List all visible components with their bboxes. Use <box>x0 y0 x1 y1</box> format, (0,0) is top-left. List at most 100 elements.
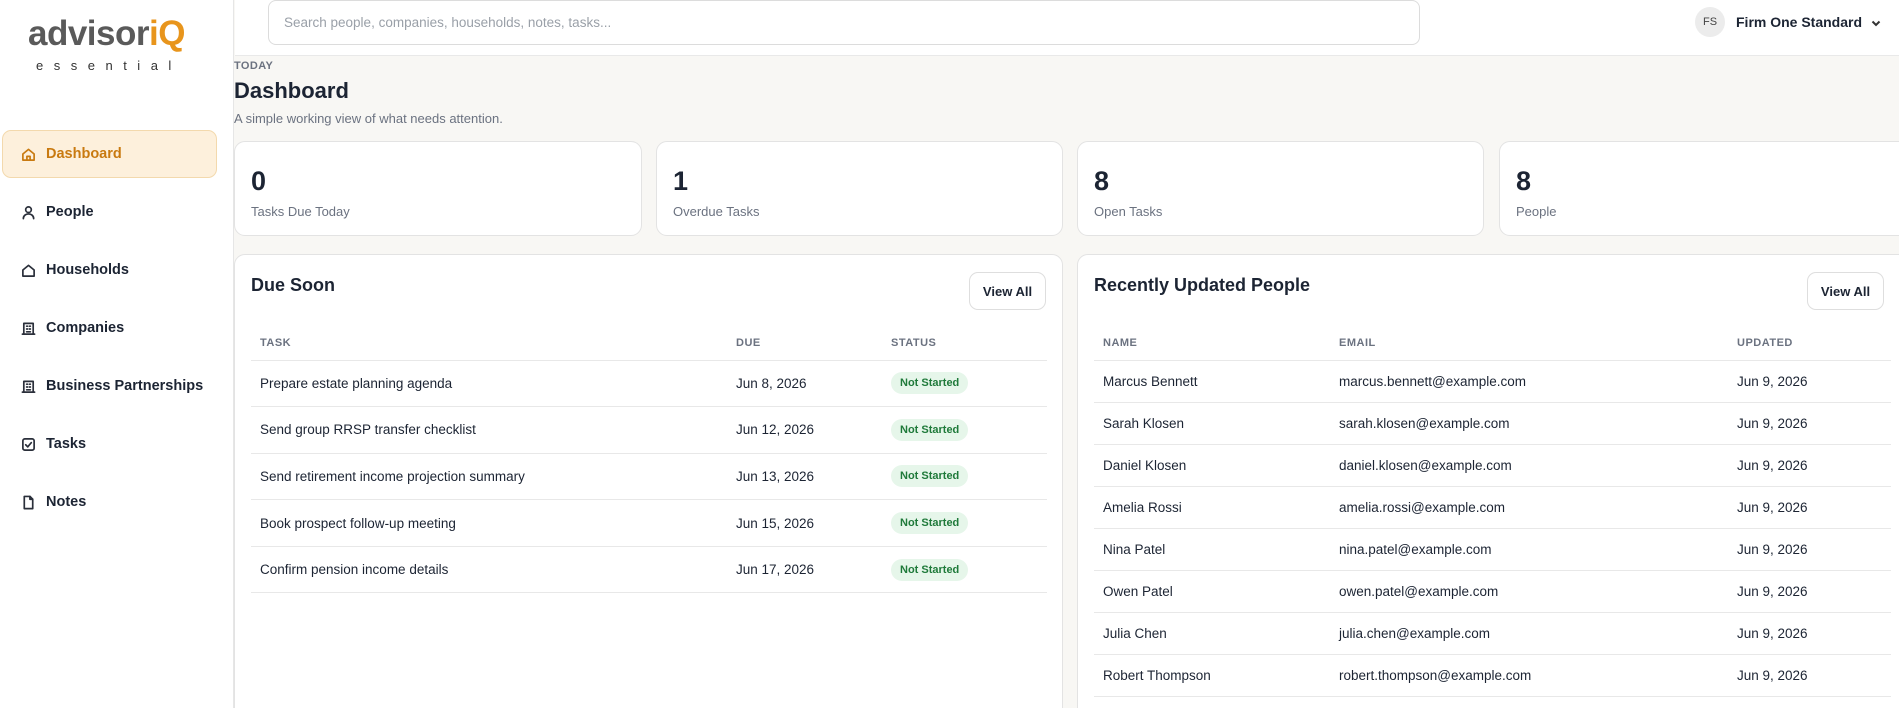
table-header-row: Name Email Updated <box>1094 327 1891 361</box>
stat-value: 1 <box>673 166 689 196</box>
sidebar-item-label: Business Partnerships <box>46 378 204 394</box>
sidebar-item-dashboard[interactable]: Dashboard <box>2 130 217 178</box>
stat-card-tasks-due-today[interactable]: 0 Tasks Due Today <box>234 141 642 236</box>
topbar: FS Firm One Standard <box>235 0 1899 56</box>
table-row[interactable]: Nina Patel nina.patel@example.com Jun 9,… <box>1094 528 1891 571</box>
task-due: Jun 8, 2026 <box>727 360 882 408</box>
building-icon <box>19 377 37 395</box>
person-email: nina.patel@example.com <box>1330 528 1728 571</box>
table-row[interactable]: Marcus Bennett marcus.bennett@example.co… <box>1094 360 1891 403</box>
person-name: Sarah Klosen <box>1094 402 1330 445</box>
person-name: Nina Patel <box>1094 528 1330 571</box>
stat-card-people[interactable]: 8 People <box>1499 141 1899 236</box>
person-updated: Jun 9, 2026 <box>1728 402 1891 445</box>
table-row[interactable]: Julia Chen julia.chen@example.com Jun 9,… <box>1094 612 1891 655</box>
column-header-status[interactable]: Status <box>882 327 1047 361</box>
recent-people-panel: Recently Updated People View All Name Em… <box>1077 254 1899 708</box>
person-email: sarah.klosen@example.com <box>1330 402 1728 445</box>
person-email: marcus.bennett@example.com <box>1330 360 1728 403</box>
sidebar-item-label: Notes <box>46 494 87 510</box>
person-email: owen.patel@example.com <box>1330 570 1728 613</box>
checkbox-icon <box>19 435 37 453</box>
stat-card-open-tasks[interactable]: 8 Open Tasks <box>1077 141 1484 236</box>
table-row[interactable]: Owen Patel owen.patel@example.com Jun 9,… <box>1094 570 1891 613</box>
building-icon <box>19 319 37 337</box>
view-all-people-button[interactable]: View All <box>1807 272 1884 310</box>
task-due: Jun 13, 2026 <box>727 453 882 501</box>
due-soon-table: Task Due Status Prepare estate planning … <box>251 327 1047 594</box>
stat-card-overdue-tasks[interactable]: 1 Overdue Tasks <box>656 141 1063 236</box>
table-row[interactable]: Prepare estate planning agenda Jun 8, 20… <box>251 360 1047 408</box>
home-icon <box>19 145 37 163</box>
stat-label: Tasks Due Today <box>251 204 350 219</box>
status-badge: Not Started <box>891 512 969 535</box>
sidebar: advisoriQ essential Dashboard People Hou… <box>0 0 234 708</box>
person-icon <box>19 203 37 221</box>
view-all-tasks-button[interactable]: View All <box>969 272 1046 310</box>
person-name: Robert Thompson <box>1094 654 1330 697</box>
sidebar-item-label: Dashboard <box>46 146 122 162</box>
search-input[interactable] <box>268 0 1420 45</box>
task-due: Jun 12, 2026 <box>727 406 882 454</box>
stat-label: Open Tasks <box>1094 204 1163 219</box>
person-updated: Jun 9, 2026 <box>1728 612 1891 655</box>
sidebar-item-households[interactable]: Households <box>2 246 217 294</box>
task-due: Jun 17, 2026 <box>727 546 882 594</box>
column-header-email[interactable]: Email <box>1330 327 1728 361</box>
recent-people-table: Name Email Updated Marcus Bennett marcus… <box>1094 327 1891 697</box>
logo-tagline: essential <box>36 58 182 73</box>
sidebar-item-label: People <box>46 204 94 220</box>
person-name: Julia Chen <box>1094 612 1330 655</box>
table-row[interactable]: Book prospect follow-up meeting Jun 15, … <box>251 499 1047 547</box>
house-icon <box>19 261 37 279</box>
brand-logo[interactable]: advisoriQ essential <box>28 14 188 84</box>
person-updated: Jun 9, 2026 <box>1728 528 1891 571</box>
task-name: Send retirement income projection summar… <box>251 453 727 501</box>
person-email: daniel.klosen@example.com <box>1330 444 1728 487</box>
stat-label: People <box>1516 204 1557 219</box>
logo-wordmark: advisoriQ <box>28 14 185 53</box>
table-row[interactable]: Sarah Klosen sarah.klosen@example.com Ju… <box>1094 402 1891 445</box>
person-updated: Jun 9, 2026 <box>1728 570 1891 613</box>
column-header-name[interactable]: Name <box>1094 327 1330 361</box>
status-badge: Not Started <box>891 372 969 395</box>
table-row[interactable]: Send group RRSP transfer checklist Jun 1… <box>251 406 1047 454</box>
sidebar-item-people[interactable]: People <box>2 188 217 236</box>
task-name: Send group RRSP transfer checklist <box>251 406 727 454</box>
sidebar-nav: Dashboard People Households Companies Bu… <box>2 130 217 536</box>
person-email: julia.chen@example.com <box>1330 612 1728 655</box>
sidebar-item-tasks[interactable]: Tasks <box>2 420 217 468</box>
account-menu[interactable]: FS Firm One Standard <box>1695 7 1882 37</box>
column-header-task[interactable]: Task <box>251 327 727 361</box>
sidebar-item-label: Tasks <box>46 436 87 452</box>
person-updated: Jun 9, 2026 <box>1728 444 1891 487</box>
table-row[interactable]: Daniel Klosen daniel.klosen@example.com … <box>1094 444 1891 487</box>
sidebar-item-business-partnerships[interactable]: Business Partnerships <box>2 362 217 410</box>
person-name: Amelia Rossi <box>1094 486 1330 529</box>
table-row[interactable]: Amelia Rossi amelia.rossi@example.com Ju… <box>1094 486 1891 529</box>
status-badge: Not Started <box>891 558 969 581</box>
person-email: robert.thompson@example.com <box>1330 654 1728 697</box>
person-updated: Jun 9, 2026 <box>1728 360 1891 403</box>
chevron-down-icon <box>1870 16 1882 28</box>
table-header-row: Task Due Status <box>251 327 1047 361</box>
task-name: Book prospect follow-up meeting <box>251 499 727 547</box>
panel-title: Due Soon <box>251 275 335 295</box>
column-header-updated[interactable]: Updated <box>1728 327 1891 361</box>
sidebar-item-notes[interactable]: Notes <box>2 478 217 526</box>
table-row[interactable]: Send retirement income projection summar… <box>251 453 1047 501</box>
status-badge: Not Started <box>891 465 969 488</box>
stat-value: 8 <box>1094 166 1110 196</box>
task-due: Jun 15, 2026 <box>727 499 882 547</box>
task-name: Prepare estate planning agenda <box>251 360 727 408</box>
task-name: Confirm pension income details <box>251 546 727 594</box>
table-row[interactable]: Confirm pension income details Jun 17, 2… <box>251 546 1047 594</box>
page-title: Dashboard <box>234 78 349 103</box>
column-header-due[interactable]: Due <box>727 327 882 361</box>
document-icon <box>19 493 37 511</box>
panel-title: Recently Updated People <box>1094 275 1311 295</box>
sidebar-item-companies[interactable]: Companies <box>2 304 217 352</box>
avatar: FS <box>1695 7 1725 37</box>
table-row[interactable]: Robert Thompson robert.thompson@example.… <box>1094 654 1891 697</box>
stat-label: Overdue Tasks <box>673 204 760 219</box>
